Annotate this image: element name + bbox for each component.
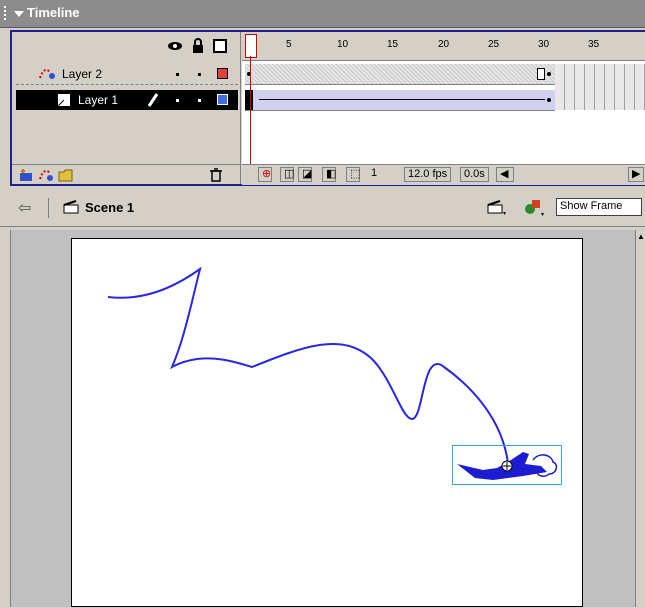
frame-ruler[interactable]: 1 5 10 15 20 25 30 35	[242, 32, 645, 61]
center-frame-button[interactable]: ⊕	[258, 167, 272, 182]
elapsed-time: 0.0s	[460, 167, 489, 182]
layer2-frames[interactable]	[245, 64, 555, 85]
layer-color-swatch[interactable]	[217, 68, 228, 79]
lock-dot[interactable]	[198, 99, 201, 102]
insert-folder-icon[interactable]	[58, 167, 74, 183]
layer-row[interactable]: Layer 2	[16, 64, 238, 85]
selected-frame[interactable]	[245, 90, 253, 110]
frame-number: 30	[538, 39, 550, 50]
lock-icon[interactable]	[190, 38, 206, 54]
layer-row-selected[interactable]: Layer 1	[16, 90, 238, 110]
frame-number: 35	[588, 39, 600, 50]
lock-dot[interactable]	[198, 73, 201, 76]
stage-area[interactable]	[10, 230, 636, 607]
outline-icon[interactable]	[212, 38, 228, 54]
frame-number: 25	[488, 39, 500, 50]
layer-color-swatch[interactable]	[217, 94, 228, 105]
trash-icon[interactable]	[208, 167, 224, 183]
modify-onion-markers-button[interactable]: ⬚	[346, 167, 360, 182]
panel-title: Timeline	[27, 5, 80, 20]
edit-symbols-icon[interactable]	[522, 197, 546, 217]
panel-grip-icon[interactable]	[4, 6, 10, 20]
scene-name: Scene 1	[85, 200, 135, 215]
pencil-icon	[147, 93, 159, 107]
edit-bar: ⇦ Scene 1 Show Frame	[0, 190, 645, 227]
eye-icon[interactable]	[167, 38, 183, 54]
frame-rate[interactable]: 12.0 fps	[404, 167, 452, 182]
frames-area[interactable]: 1 5 10 15 20 25 30 35 ⊕ ◫ ◪ ◧ ⬚ 1	[242, 32, 645, 185]
insert-layer-icon[interactable]	[18, 167, 34, 183]
layer-icon	[57, 94, 70, 107]
frame-number: 5	[286, 39, 292, 50]
zoom-select[interactable]: Show Frame	[556, 198, 642, 216]
keyframe[interactable]	[547, 98, 551, 102]
playhead[interactable]	[245, 34, 257, 58]
frame-number: 10	[337, 39, 349, 50]
end-frame[interactable]	[537, 68, 545, 80]
motion-guide-icon	[39, 69, 55, 79]
onion-skin-outlines-button[interactable]: ◪	[298, 167, 312, 182]
keyframe[interactable]	[547, 72, 551, 76]
layer-name: Layer 1	[78, 93, 119, 107]
selection-box[interactable]	[452, 445, 562, 485]
divider	[48, 198, 49, 218]
scroll-up-icon[interactable]: ▲	[637, 232, 645, 241]
add-motion-guide-icon[interactable]	[38, 167, 54, 183]
collapse-triangle-icon[interactable]	[14, 11, 24, 17]
layer1-frames[interactable]	[245, 90, 555, 111]
scroll-right-button[interactable]: ▶	[628, 167, 644, 182]
timeline-panel: Layer 2 Layer 1 1 5 10 15 20 25	[10, 30, 645, 186]
frame-number: 15	[387, 39, 399, 50]
empty-frames[interactable]	[555, 64, 645, 110]
edit-multiple-frames-button[interactable]: ◧	[322, 167, 336, 182]
visibility-dot[interactable]	[176, 99, 179, 102]
onion-skin-button[interactable]: ◫	[280, 167, 294, 182]
layer-footer	[12, 164, 240, 185]
edit-scene-icon[interactable]	[486, 198, 508, 216]
timeline-titlebar[interactable]: Timeline	[0, 0, 645, 28]
tween-arrow	[259, 99, 545, 100]
layer-header	[12, 32, 240, 62]
frame-number: 20	[438, 39, 450, 50]
scroll-left-button[interactable]: ◀	[496, 167, 514, 182]
visibility-dot[interactable]	[176, 73, 179, 76]
layer-list: Layer 2 Layer 1	[12, 32, 241, 184]
stage[interactable]	[71, 238, 583, 607]
current-frame: 1	[368, 167, 381, 182]
layer-name: Layer 2	[62, 67, 103, 81]
back-arrow-icon[interactable]: ⇦	[18, 198, 31, 218]
motion-path[interactable]	[72, 239, 584, 608]
timeline-status-bar: ⊕ ◫ ◪ ◧ ⬚ 1 12.0 fps 0.0s ◀ ▶	[242, 164, 645, 185]
airplane-icon[interactable]	[453, 446, 561, 484]
scene-clapper-icon	[63, 200, 79, 214]
vertical-scrollbar[interactable]: ▲	[635, 230, 645, 607]
